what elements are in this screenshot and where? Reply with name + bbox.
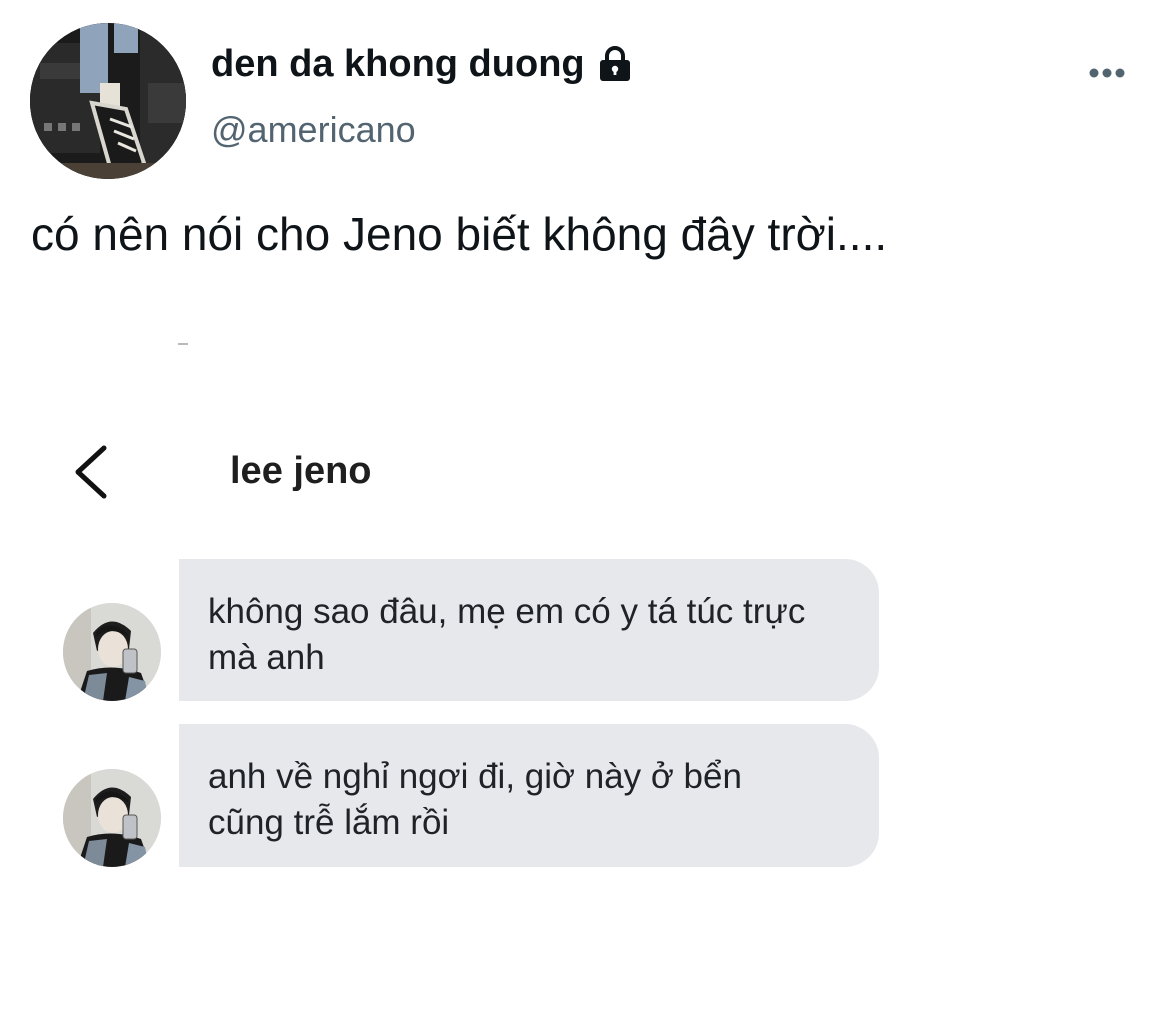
message-text: anh về nghỉ ngơi đi, giờ này ở bển cũng … bbox=[208, 757, 742, 842]
message-text: không sao đâu, mẹ em có y tá túc trực mà… bbox=[208, 592, 806, 677]
chat-title: lee jeno bbox=[230, 450, 372, 492]
more-horizontal-icon[interactable] bbox=[1082, 60, 1132, 86]
message-bubble: không sao đâu, mẹ em có y tá túc trực mà… bbox=[179, 559, 879, 701]
message-row: anh về nghỉ ngơi đi, giờ này ở bển cũng … bbox=[0, 724, 1169, 867]
sneakers-photo bbox=[30, 23, 186, 179]
author-handle[interactable]: @americano bbox=[211, 108, 416, 152]
author-avatar[interactable] bbox=[30, 23, 186, 179]
image-divider-mark bbox=[178, 343, 188, 345]
message-row: không sao đâu, mẹ em có y tá túc trực mà… bbox=[0, 559, 1169, 701]
contact-avatar bbox=[63, 603, 161, 701]
author-name-row[interactable]: den da khong duong bbox=[211, 41, 635, 87]
message-bubble: anh về nghỉ ngơi đi, giờ này ở bển cũng … bbox=[179, 724, 879, 867]
lock-icon bbox=[595, 44, 635, 84]
contact-avatar bbox=[63, 769, 161, 867]
author-display-name[interactable]: den da khong duong bbox=[211, 41, 585, 87]
post-text: có nên nói cho Jeno biết không đây trời.… bbox=[31, 208, 888, 260]
chevron-left-icon bbox=[64, 442, 120, 502]
